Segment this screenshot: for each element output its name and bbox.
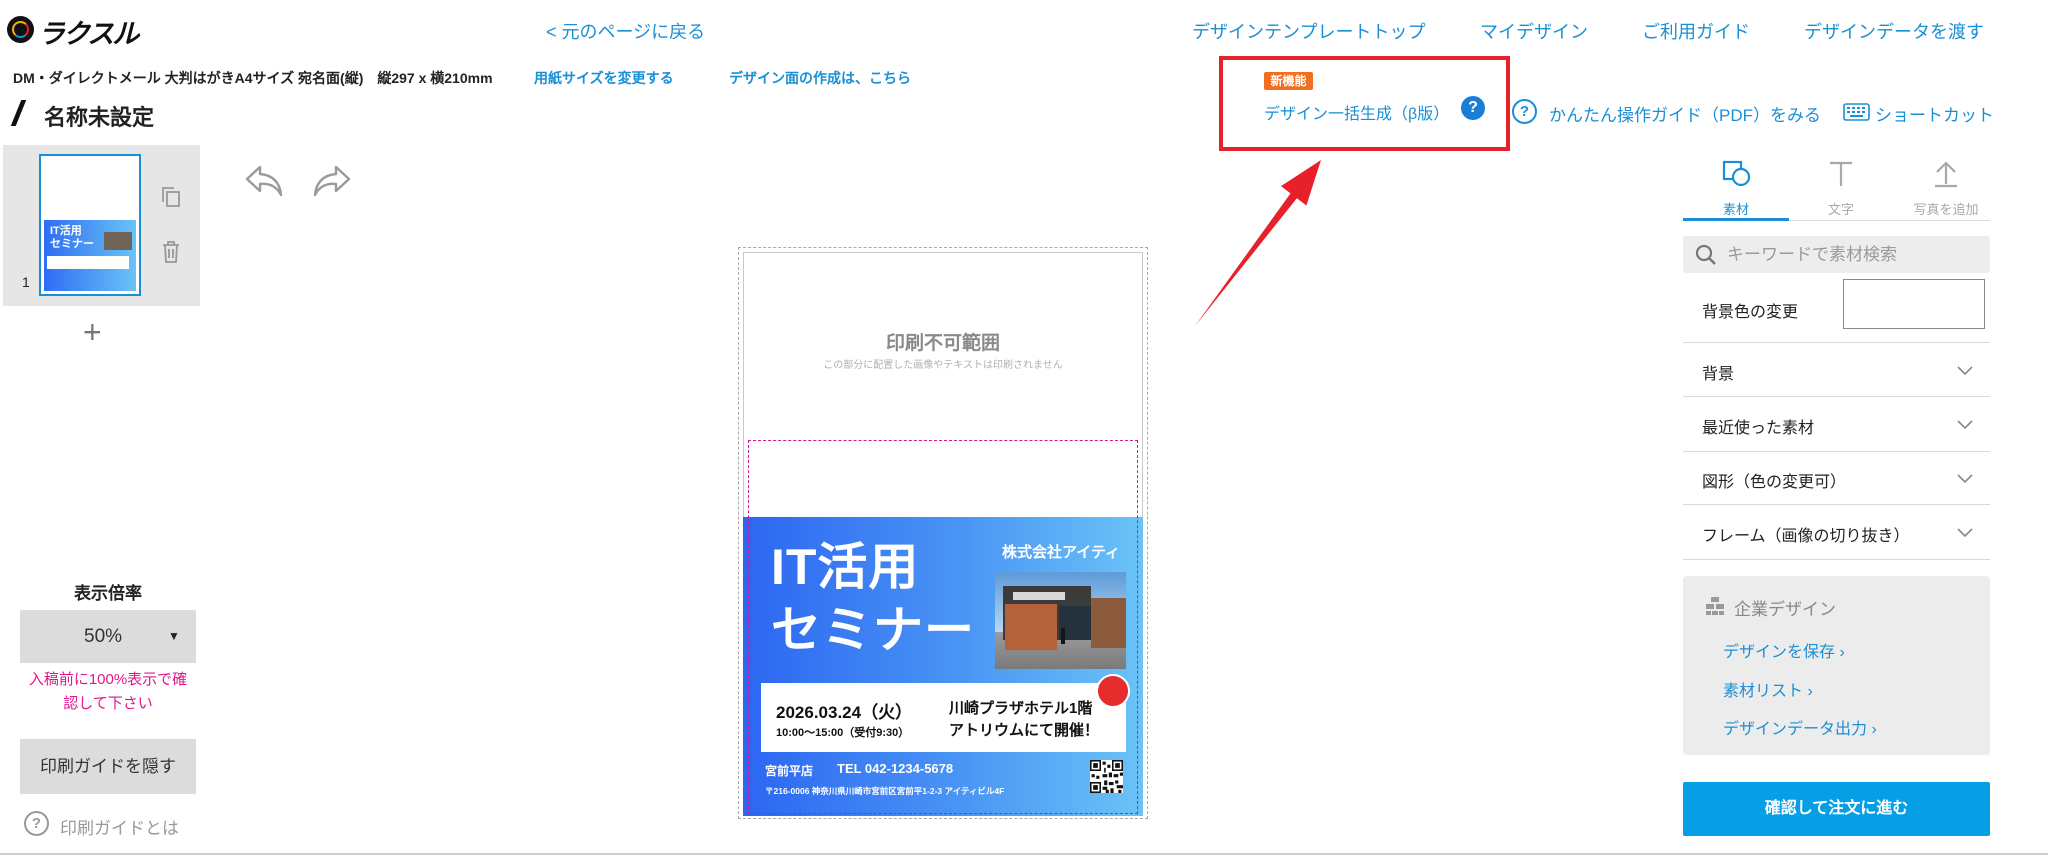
search-icon [1695,244,1717,266]
search-input[interactable] [1727,236,1982,273]
change-size-link[interactable]: 用紙サイズを変更する [534,68,674,88]
chevron-down-icon [1957,363,1973,381]
thumbnail-title-line1: IT活用 [50,225,82,237]
unprintable-area-note: この部分に配置した画像やテキストは印刷されません [823,360,1063,371]
zoom-label: 表示倍率 [74,584,142,603]
material-list-link[interactable]: 素材リスト › [1723,677,1813,701]
page-thumbnail[interactable]: IT活用 セミナー [39,154,141,296]
tab-text[interactable]: 文字 [1788,199,1894,218]
new-feature-badge: 新機能 [1264,72,1313,90]
operation-guide-link[interactable]: かんたん操作ガイド（PDF）をみる [1549,101,1821,126]
company-design-panel: 企業デザイン デザインを保存 › 素材リスト › デザインデータ出力 › [1683,576,1990,755]
upload-icon[interactable] [1933,160,1959,188]
print-guide-help-link[interactable]: 印刷ガイドとは [60,814,179,839]
question-outline-icon[interactable]: ? [24,811,49,836]
question-circle-icon[interactable]: ? [1461,96,1485,120]
save-design-link[interactable]: デザインを保存 › [1723,638,1845,662]
plus-icon[interactable]: + [83,314,102,351]
bulk-design-generation-link[interactable]: デザイン一括生成（β版） [1264,100,1449,124]
material-search[interactable] [1683,236,1990,273]
redo-icon[interactable] [312,163,352,199]
trash-icon[interactable] [160,240,182,264]
tab-active-indicator [1683,218,1789,221]
section-shapes[interactable]: 図形（色の変更可） [1683,451,1990,504]
safe-area-guide [748,440,1138,814]
product-description: DM・ダイレクトメール 大判はがきA4サイズ 宛名面(縦) 縦297 x 横21… [13,70,493,86]
text-icon[interactable] [1828,160,1854,188]
question-outline-icon[interactable]: ? [1512,99,1537,124]
shortcut-link[interactable]: ショートカット [1875,101,1994,126]
background-color-label: 背景色の変更 [1702,304,1799,321]
annotation-arrow [1195,160,1321,326]
design-face-link[interactable]: デザイン面の作成は、こちら [729,68,911,88]
section-label: 背景 [1702,366,1735,383]
unprintable-area-title: 印刷不可範囲 [885,333,1000,354]
confirm-and-order-button[interactable]: 確認して注文に進む [1683,782,1990,836]
tab-add-photo[interactable]: 写真を追加 [1893,199,1999,218]
company-design-title: 企業デザイン [1734,600,1836,619]
document-title[interactable]: 名称未設定 [44,100,154,132]
copy-icon[interactable] [160,185,182,209]
shapes-icon[interactable] [1722,160,1752,188]
thumbnail-info-box [47,256,129,269]
zoom-select[interactable]: 50% ▼ [20,610,196,663]
thumbnail-title-line2: セミナー [50,238,94,250]
chevron-down-icon [1957,471,1973,489]
hide-print-guide-button[interactable]: 印刷ガイドを隠す [20,739,196,794]
tab-materials[interactable]: 素材 [1683,199,1789,218]
chevron-down-icon [1957,525,1973,543]
section-frames[interactable]: フレーム（画像の切り抜き） [1683,505,1990,558]
chevron-down-icon: ▼ [168,629,180,643]
section-label: 図形（色の変更可） [1702,474,1847,491]
divider [1683,559,1990,560]
building-icon [1705,596,1725,616]
section-recent-materials[interactable]: 最近使った素材 [1683,397,1990,450]
background-color-swatch[interactable] [1843,279,1985,329]
pencil-icon [10,100,27,126]
keyboard-icon[interactable] [1843,103,1870,121]
undo-icon[interactable] [244,163,284,199]
zoom-warning-note: 入稿前に100%表示で確認して下さい [28,671,188,712]
nav-user-guide[interactable]: ご利用ガイド [1642,18,1750,44]
nav-my-design[interactable]: マイデザイン [1480,18,1588,44]
logo-text[interactable]: ラクスル [38,12,139,51]
zoom-value: 50% [84,626,123,647]
back-link[interactable]: < 元のページに戻る [546,18,705,44]
page-number: 1 [22,274,30,290]
thumbnail-photo [104,232,132,250]
section-background[interactable]: 背景 [1683,343,1990,396]
export-design-data-link[interactable]: デザインデータ出力 › [1723,715,1877,739]
nav-template-top[interactable]: デザインテンプレートトップ [1192,18,1425,44]
design-editor: ラクスル < 元のページに戻る デザインテンプレートトップ マイデザイン ご利用… [0,0,2048,855]
chevron-down-icon [1957,417,1973,435]
section-label: 最近使った素材 [1702,420,1815,437]
thumbnail-design: IT活用 セミナー [44,220,136,291]
raksul-logo-icon[interactable] [7,16,34,43]
section-label: フレーム（画像の切り抜き） [1702,528,1910,545]
nav-hand-over-data[interactable]: デザインデータを渡す [1804,18,1984,44]
